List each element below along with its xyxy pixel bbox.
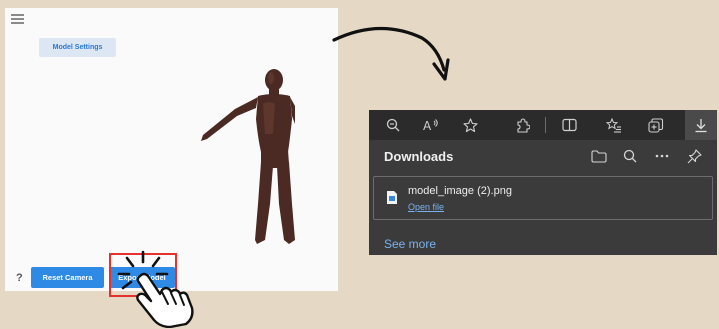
split-screen-icon[interactable]	[559, 115, 579, 135]
reset-camera-button[interactable]: Reset Camera	[31, 267, 104, 288]
hamburger-menu-icon[interactable]	[11, 14, 24, 26]
pin-icon[interactable]	[684, 146, 704, 166]
folder-icon[interactable]	[589, 146, 609, 166]
browser-toolbar: A	[369, 110, 717, 140]
more-icon[interactable]	[652, 146, 672, 166]
download-file-name[interactable]: model_image (2).png	[408, 185, 512, 197]
svg-text:A: A	[423, 119, 432, 132]
favorite-star-icon[interactable]	[460, 115, 480, 135]
help-icon[interactable]: ?	[16, 272, 23, 284]
zoom-out-icon[interactable]	[383, 115, 403, 135]
collections-icon[interactable]	[646, 115, 666, 135]
favorites-list-icon[interactable]	[604, 115, 624, 135]
image-file-icon	[387, 191, 397, 204]
see-more-link[interactable]: See more	[384, 237, 436, 251]
download-icon[interactable]	[691, 115, 711, 135]
open-file-link[interactable]: Open file	[408, 202, 444, 212]
human-figure-model	[201, 69, 295, 244]
download-item[interactable]: model_image (2).png Open file	[373, 176, 713, 220]
search-icon[interactable]	[620, 146, 640, 166]
curved-arrow-icon	[332, 26, 450, 81]
read-aloud-icon[interactable]: A	[421, 115, 441, 135]
extensions-icon[interactable]	[512, 115, 532, 135]
pointing-hand-icon	[136, 272, 194, 328]
browser-downloads-panel: A Downloads model_image (2).png Open fil…	[369, 110, 717, 255]
downloads-title: Downloads	[384, 149, 454, 164]
toolbar-divider	[545, 117, 546, 133]
model-settings-button[interactable]: Model Settings	[39, 38, 116, 57]
